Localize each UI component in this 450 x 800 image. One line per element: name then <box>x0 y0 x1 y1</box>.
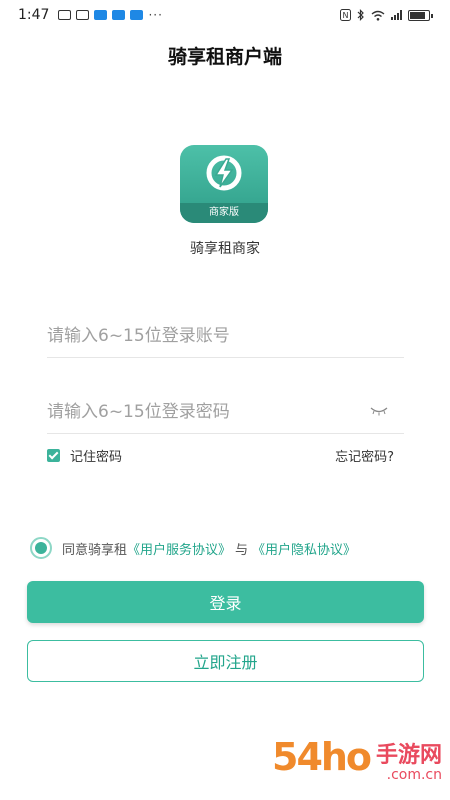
agreement-row: 同意骑享租 《用户服务协议》 与 《用户隐私协议》 <box>30 537 356 559</box>
eye-closed-icon[interactable] <box>370 406 388 416</box>
password-input[interactable] <box>47 401 404 422</box>
app-logo: 商家版 <box>180 145 268 223</box>
remember-password[interactable]: 记住密码 <box>47 446 122 465</box>
watermark-number: 54ho <box>272 735 372 779</box>
lightning-logo-icon <box>206 155 242 191</box>
remember-checkbox[interactable] <box>47 449 60 462</box>
more-notifications-icon: ··· <box>148 8 163 22</box>
bluetooth-icon <box>357 9 364 21</box>
nfc-icon: N <box>340 9 351 21</box>
app-name: 骑享租商家 <box>190 241 260 257</box>
status-bar: 1:47 ··· N <box>0 0 450 30</box>
forgot-password-link[interactable]: 忘记密码? <box>335 446 394 465</box>
account-input[interactable] <box>47 325 404 346</box>
radio-dot <box>35 542 47 554</box>
register-button[interactable]: 立即注册 <box>27 640 424 682</box>
agreement-prefix: 同意骑享租 <box>62 542 128 558</box>
mail-icon-2 <box>76 10 90 20</box>
cloud-notification-icon <box>112 10 126 20</box>
site-watermark: 54ho 手游网 .com.cn <box>272 735 442 790</box>
status-left: 1:47 ··· <box>18 7 163 23</box>
status-right: N <box>340 9 433 21</box>
service-agreement-link[interactable]: 《用户服务协议》 <box>127 539 231 558</box>
app-notification-icon <box>94 10 108 20</box>
video-notification-icon <box>130 10 144 20</box>
battery-icon <box>408 9 433 21</box>
remember-label: 记住密码 <box>70 450 123 465</box>
wifi-icon <box>371 10 385 21</box>
password-field <box>47 390 404 434</box>
watermark-text: 手游网 <box>375 743 442 768</box>
agreement-and: 与 <box>235 542 249 558</box>
watermark-url: .com.cn <box>386 767 442 783</box>
mail-icon <box>58 10 72 20</box>
login-button[interactable]: 登录 <box>27 581 424 623</box>
account-field <box>47 314 404 358</box>
signal-icon <box>391 10 402 20</box>
privacy-agreement-link[interactable]: 《用户隐私协议》 <box>252 539 356 558</box>
status-time: 1:47 <box>18 7 50 23</box>
agreement-radio[interactable] <box>30 537 52 559</box>
svg-text:N: N <box>343 11 349 20</box>
logo-badge: 商家版 <box>180 203 268 223</box>
page-title: 骑享租商户端 <box>167 46 282 68</box>
